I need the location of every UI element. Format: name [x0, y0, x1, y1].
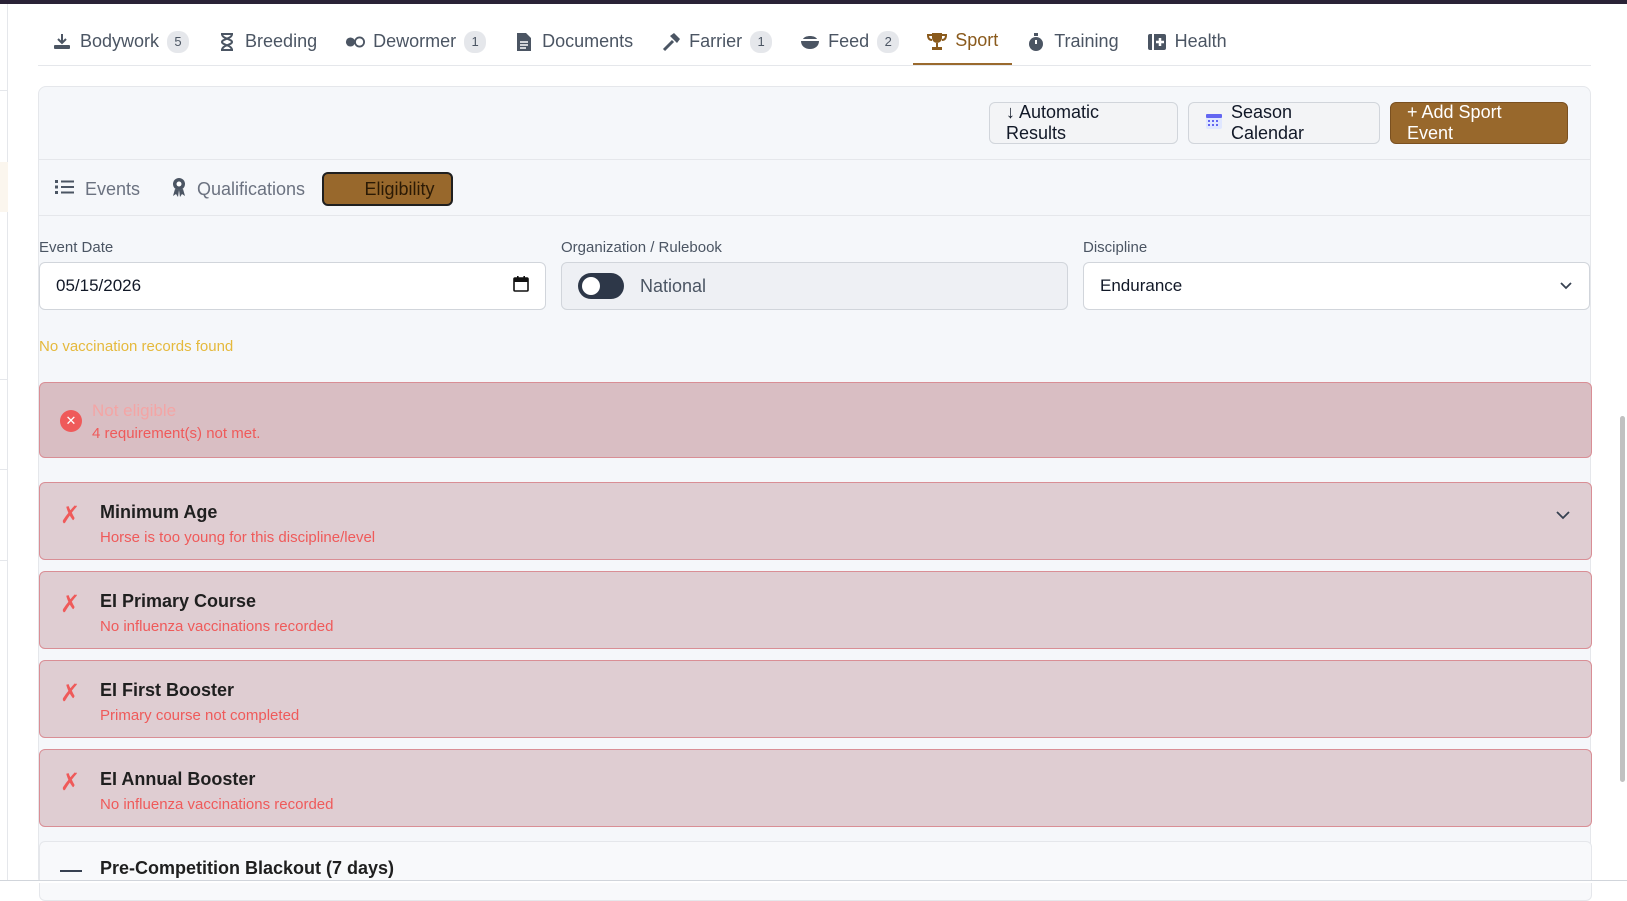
chevron-down-icon: [1559, 276, 1573, 296]
subtab-label: Events: [85, 178, 141, 199]
eligibility-status-alert: ✕ Not eligible 4 requirement(s) not met.: [39, 382, 1592, 458]
status-title: Not eligible: [92, 401, 177, 420]
organization-label: Organization / Rulebook: [561, 239, 722, 256]
tab-label: Sport: [955, 30, 999, 50]
massage-icon: [52, 32, 72, 52]
tab-label: Training: [1054, 31, 1119, 51]
trophy-icon: [927, 31, 948, 51]
subtab-label: Eligibility: [364, 178, 435, 199]
list-icon: [55, 179, 75, 200]
tab-dewormer[interactable]: Dewormer 1: [331, 18, 500, 65]
discipline-value: Endurance: [1100, 276, 1183, 295]
fail-x-icon: ✗: [60, 680, 81, 707]
requirement-detail: No influenza vaccinations recorded: [100, 796, 334, 813]
requirement-item[interactable]: ✗ EI First Booster Primary course not co…: [39, 660, 1592, 738]
button-label: ↓ Automatic Results: [1006, 102, 1100, 143]
gutter-divider: [0, 560, 8, 561]
requirement-item[interactable]: ✗ EI Primary Course No influenza vaccina…: [39, 571, 1592, 649]
tab-farrier[interactable]: Farrier 1: [647, 18, 786, 65]
gutter-divider: [0, 90, 8, 91]
requirement-detail: No influenza vaccinations recorded: [100, 618, 334, 635]
fail-x-icon: ✗: [60, 591, 81, 618]
add-sport-event-button[interactable]: + Add Sport Event: [1390, 102, 1568, 144]
organization-toggle[interactable]: [578, 273, 624, 299]
tab-label: Dewormer: [373, 31, 457, 51]
requirement-item[interactable]: ✗ Minimum Age Horse is too young for thi…: [39, 482, 1592, 560]
calendar-picker-icon[interactable]: [513, 275, 529, 297]
tab-feed[interactable]: Feed 2: [786, 18, 913, 65]
section-tabs: Bodywork 5 Breeding Dewormer 1 Documents…: [38, 18, 1591, 66]
event-date-field[interactable]: 05/15/2026: [39, 262, 546, 310]
hourglass-icon: [217, 32, 237, 52]
button-label: + Add Sport Event: [1407, 102, 1502, 143]
requirement-detail: Horse is too young for this discipline/l…: [100, 529, 376, 546]
tab-health[interactable]: Health: [1133, 18, 1241, 65]
count-badge: 1: [750, 30, 773, 53]
tab-sport[interactable]: Sport: [913, 18, 1013, 65]
requirement-title: Minimum Age: [100, 502, 218, 522]
sport-subtabs: Events Qualifications Eligibility: [39, 160, 1590, 216]
document-icon: [514, 32, 534, 52]
scrollbar-track[interactable]: [1618, 4, 1627, 883]
sport-panel: ↓ Automatic Results Season Calendar + Ad…: [38, 86, 1592, 901]
subtab-label: Qualifications: [197, 178, 306, 199]
subtab-events[interactable]: Events: [55, 172, 140, 206]
top-bar: [0, 0, 1627, 4]
requirement-title: EI Primary Course: [100, 591, 257, 611]
tab-label: Documents: [542, 31, 634, 51]
dash-icon: [60, 870, 82, 872]
requirement-title: Pre-Competition Blackout (7 days): [100, 858, 395, 878]
organization-value: National: [640, 275, 707, 296]
count-badge: 1: [464, 30, 487, 53]
requirement-detail: Primary course not completed: [100, 707, 300, 724]
requirement-title: EI Annual Booster: [100, 769, 256, 789]
tab-label: Breeding: [245, 31, 318, 51]
requirement-item[interactable]: ✗ EI Annual Booster No influenza vaccina…: [39, 749, 1592, 827]
tab-breeding[interactable]: Breeding: [203, 18, 331, 65]
gutter-highlight: [0, 162, 8, 212]
tab-training[interactable]: Training: [1012, 18, 1132, 65]
left-gutter: [0, 4, 8, 883]
discipline-label: Discipline: [1083, 239, 1148, 256]
fail-x-icon: ✗: [60, 502, 81, 529]
requirement-title: EI First Booster: [100, 680, 235, 700]
count-badge: 5: [167, 30, 190, 53]
error-circle-icon: ✕: [60, 410, 82, 432]
event-date-label: Event Date: [39, 239, 114, 256]
organization-toggle-field: National: [561, 262, 1068, 310]
medical-kit-icon: [1147, 32, 1167, 52]
bowl-icon: [800, 32, 820, 52]
award-icon: [171, 177, 187, 202]
tab-bodywork[interactable]: Bodywork 5: [38, 18, 203, 65]
toggle-knob: [582, 277, 600, 295]
count-badge: 2: [877, 30, 900, 53]
event-date-value: 05/15/2026: [56, 276, 142, 295]
gutter-divider: [0, 379, 8, 380]
fail-x-icon: ✗: [60, 769, 81, 796]
status-detail: 4 requirement(s) not met.: [92, 425, 261, 442]
tab-documents[interactable]: Documents: [500, 18, 647, 65]
season-calendar-button[interactable]: Season Calendar: [1188, 102, 1380, 144]
panel-toolbar: ↓ Automatic Results Season Calendar + Ad…: [39, 87, 1590, 160]
tab-label: Bodywork: [80, 31, 160, 51]
tab-label: Health: [1174, 31, 1227, 51]
subtab-eligibility[interactable]: Eligibility: [322, 172, 453, 206]
requirement-item-pending[interactable]: Pre-Competition Blackout (7 days): [39, 841, 1592, 901]
tab-label: Feed: [828, 31, 870, 51]
button-label: Season Calendar: [1231, 102, 1305, 143]
gutter-divider: [0, 469, 8, 470]
hammer-icon: [661, 32, 681, 52]
pills-icon: [345, 32, 366, 52]
chevron-down-icon[interactable]: [1553, 505, 1573, 525]
subtab-qualifications[interactable]: Qualifications: [171, 172, 305, 206]
automatic-results-button[interactable]: ↓ Automatic Results: [989, 102, 1178, 144]
scrollbar-thumb[interactable]: [1620, 416, 1625, 782]
discipline-select[interactable]: Endurance: [1083, 262, 1590, 310]
tab-label: Farrier: [689, 31, 743, 51]
calendar-icon: [1205, 112, 1223, 135]
stopwatch-icon: [1026, 32, 1046, 52]
vaccination-warning: No vaccination records found: [39, 338, 234, 355]
